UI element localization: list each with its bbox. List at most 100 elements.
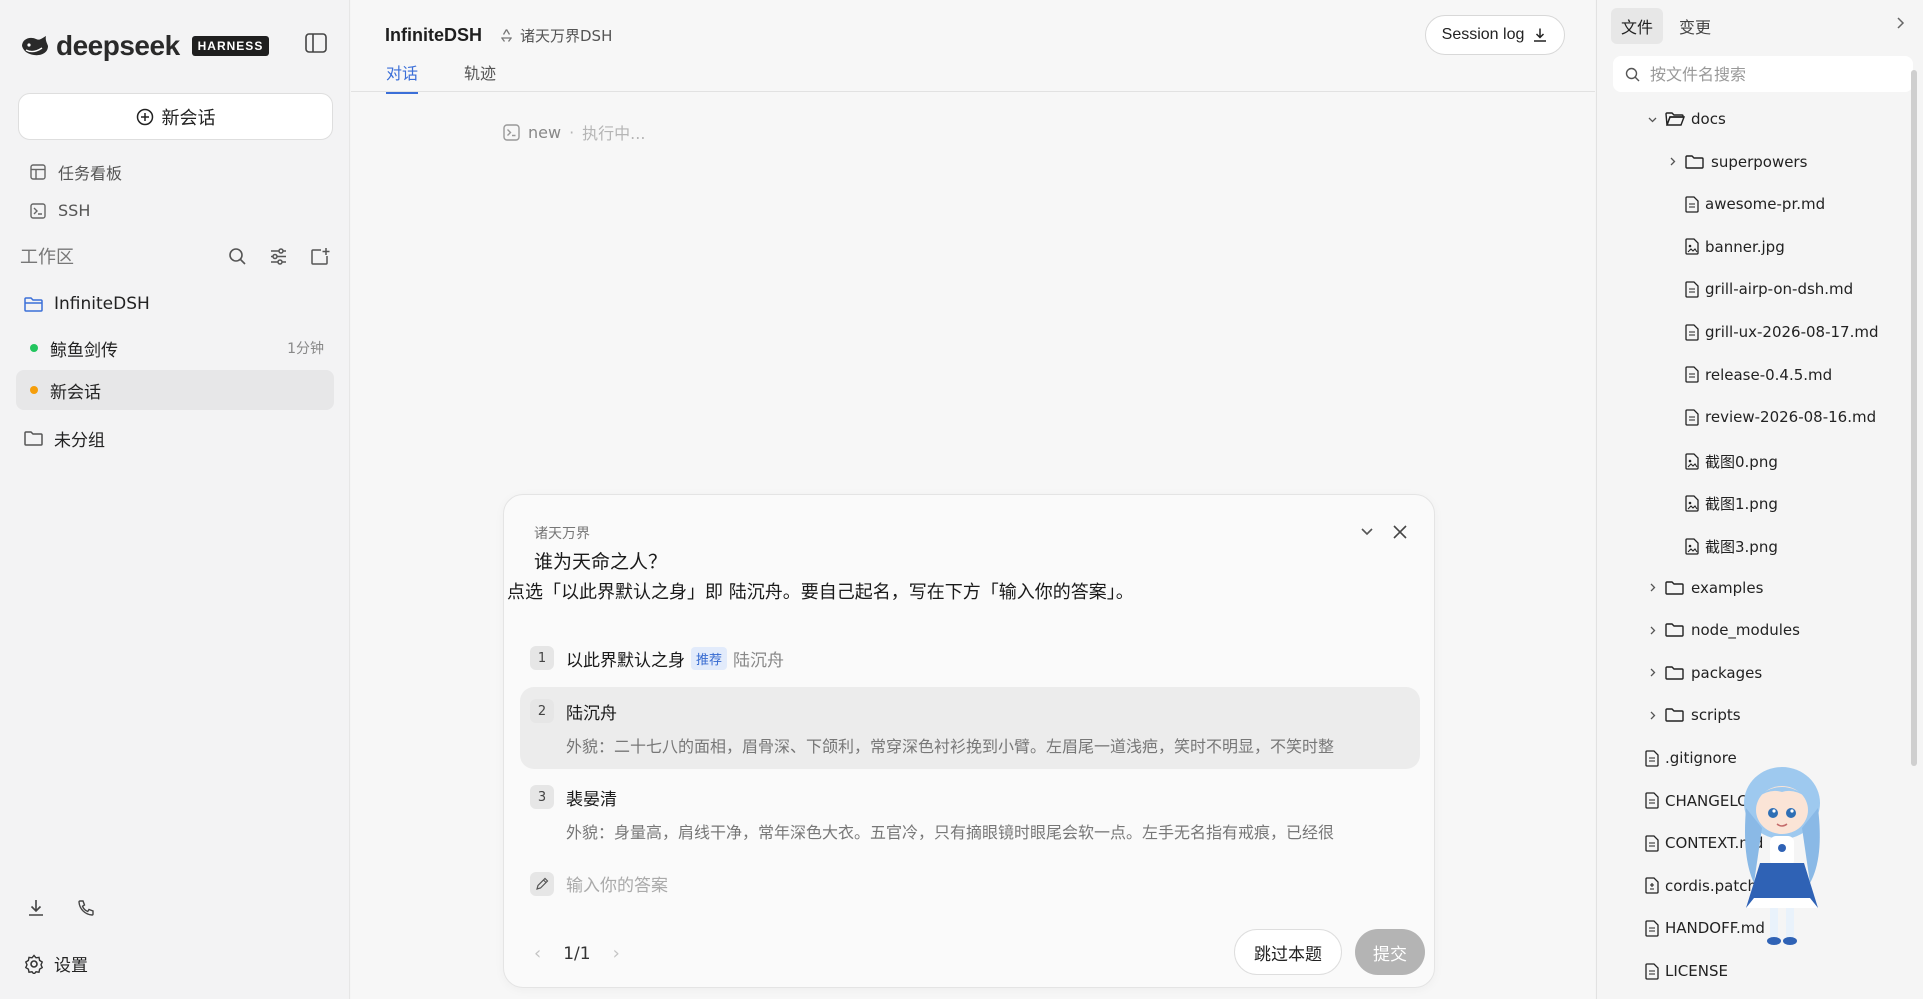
tree-folder[interactable]: scripts — [1645, 706, 1741, 724]
terminal-icon — [30, 202, 46, 219]
file-search[interactable] — [1613, 56, 1913, 92]
image-file-icon — [1685, 538, 1699, 555]
tree-item-label: docs — [1691, 110, 1726, 128]
next-page-icon[interactable]: › — [613, 943, 620, 964]
submit-button[interactable]: 提交 — [1355, 929, 1425, 975]
tree-file[interactable]: 截图0.png — [1665, 451, 1778, 472]
file-icon — [1645, 835, 1659, 852]
tree-file[interactable]: review-2026-08-16.md — [1665, 408, 1876, 426]
session-label: 新会话 — [50, 382, 101, 403]
tree-file[interactable]: banner.jpg — [1665, 238, 1785, 256]
tree-file[interactable]: 截图1.png — [1665, 493, 1778, 514]
board-icon — [30, 164, 46, 180]
tab-trajectory[interactable]: 轨迹 — [464, 60, 496, 92]
sidebar: deepseek HARNESS 新会话 任务看板 SSH 工作区 Infini… — [0, 0, 350, 999]
settings-button[interactable]: 设置 — [24, 951, 88, 976]
file-tree-scrollbar[interactable] — [1911, 70, 1917, 766]
chevron-right-icon[interactable] — [1665, 156, 1679, 167]
tree-folder[interactable]: packages — [1645, 664, 1762, 682]
nav-task-board[interactable]: 任务看板 — [30, 160, 122, 184]
pager: ‹ 1/1 › — [534, 943, 620, 964]
folder-open-icon — [24, 296, 44, 313]
tab-files[interactable]: 文件 — [1611, 8, 1664, 44]
search-icon — [1625, 67, 1640, 82]
add-folder-icon[interactable] — [310, 247, 330, 266]
folder-open-icon — [1665, 111, 1685, 127]
search-icon[interactable] — [228, 247, 247, 266]
tree-item-label: grill-airp-on-dsh.md — [1705, 280, 1854, 299]
project-infinitedsh[interactable]: InfiniteDSH — [24, 294, 150, 314]
tree-file[interactable]: release-0.4.5.md — [1665, 366, 1832, 384]
tree-folder[interactable]: node_modules — [1645, 621, 1800, 639]
close-icon[interactable] — [1391, 523, 1409, 541]
tree-item-label: grill-ux-2026-08-17.md — [1705, 323, 1879, 341]
folder-icon — [1665, 707, 1685, 723]
option-detail: 外貌：身量高，肩线干净，常年深色大衣。五官冷，只有摘眼镜时眼尾会软一点。左手无名… — [566, 823, 1335, 842]
option-number: 1 — [530, 646, 554, 670]
session-item-active[interactable]: 新会话 — [16, 370, 334, 410]
file-icon — [1685, 281, 1699, 298]
image-file-icon — [1685, 238, 1699, 255]
session-status-dot — [30, 344, 38, 352]
option-detail: 外貌：二十七八的面相，眉骨深、下颌利，常穿深色衬衫挽到小臂。左眉尾一道浅疤，笑时… — [566, 737, 1335, 756]
tree-folder[interactable]: superpowers — [1665, 153, 1807, 171]
option-2[interactable]: 2 陆沉舟 外貌：二十七八的面相，眉骨深、下颌利，常穿深色衬衫挽到小臂。左眉尾一… — [520, 687, 1420, 769]
chevron-down-icon[interactable] — [1359, 523, 1375, 539]
session-log-button[interactable]: Session log — [1425, 15, 1565, 55]
chevron-down-icon[interactable] — [1645, 114, 1659, 125]
chevron-right-icon[interactable] — [1645, 625, 1659, 636]
image-file-icon — [1685, 495, 1699, 513]
file-icon — [1645, 749, 1659, 767]
tree-file[interactable]: .gitignore — [1625, 749, 1737, 767]
chevron-right-icon[interactable] — [1645, 710, 1659, 721]
tree-folder[interactable]: docs — [1645, 110, 1726, 128]
question-group: 诸天万界 — [534, 526, 590, 542]
download-icon[interactable] — [26, 898, 46, 918]
tree-file[interactable]: grill-airp-on-dsh.md — [1665, 280, 1853, 298]
question-title: 谁为天命之人？ — [534, 551, 668, 573]
option-name: 以此界默认之身 推荐 陆沉舟 — [566, 646, 784, 671]
exec-status: 执行中... — [582, 124, 646, 143]
skip-button[interactable]: 跳过本题 — [1234, 929, 1342, 975]
tab-changes[interactable]: 变更 — [1669, 8, 1721, 44]
chevron-right-icon[interactable] — [1894, 16, 1906, 30]
new-chat-button[interactable]: 新会话 — [18, 93, 333, 140]
workspace-label: 工作区 — [20, 247, 74, 268]
tree-item-label: review-2026-08-16.md — [1705, 408, 1877, 427]
phone-icon[interactable] — [76, 898, 96, 918]
file-icon — [1645, 792, 1659, 809]
prev-page-icon[interactable]: ‹ — [534, 943, 541, 964]
mascot-sticker — [1732, 758, 1832, 957]
option-number: 2 — [530, 699, 554, 723]
page-title: InfiniteDSH — [385, 25, 482, 45]
tree-folder[interactable]: examples — [1645, 579, 1763, 597]
filter-sliders-icon[interactable] — [269, 247, 288, 266]
tree-item-label: 截图1.png — [1705, 495, 1778, 514]
tree-file[interactable]: 截图3.png — [1665, 536, 1778, 557]
file-icon — [1685, 366, 1699, 383]
answer-input[interactable]: 输入你的答案 — [530, 871, 668, 896]
tree-file[interactable]: LICENSE — [1625, 962, 1728, 980]
tab-conversation[interactable]: 对话 — [386, 60, 419, 94]
file-icon — [1685, 196, 1699, 213]
group-ungrouped[interactable]: 未分组 — [24, 426, 105, 451]
session-item[interactable]: 鲸鱼剑传 1分钟 — [16, 328, 334, 368]
nav-ssh[interactable]: SSH — [30, 201, 90, 220]
brand-logo[interactable]: deepseek HARNESS — [20, 30, 270, 62]
tree-item-label: packages — [1691, 663, 1763, 682]
sidebar-footer-tools — [26, 898, 96, 918]
nav-task-board-label: 任务看板 — [58, 164, 123, 183]
option-number: 3 — [530, 785, 554, 809]
chevron-right-icon[interactable] — [1645, 667, 1659, 678]
chevron-right-icon[interactable] — [1645, 582, 1659, 593]
tree-item-label: awesome-pr.md — [1705, 195, 1826, 214]
tree-file[interactable]: grill-ux-2026-08-17.md — [1665, 323, 1878, 341]
file-search-input[interactable] — [1650, 64, 1890, 84]
recommended-badge: 推荐 — [691, 647, 728, 670]
tree-file[interactable]: awesome-pr.md — [1665, 195, 1825, 213]
option-3[interactable]: 3 裴晏清 外貌：身量高，肩线干净，常年深色大衣。五官冷，只有摘眼镜时眼尾会软一… — [520, 773, 1420, 855]
option-1[interactable]: 1 以此界默认之身 推荐 陆沉舟 — [520, 635, 1420, 681]
exec-name: new — [528, 122, 562, 142]
tree-item-label: LICENSE — [1665, 962, 1728, 980]
sidebar-toggle-icon[interactable] — [305, 33, 327, 53]
